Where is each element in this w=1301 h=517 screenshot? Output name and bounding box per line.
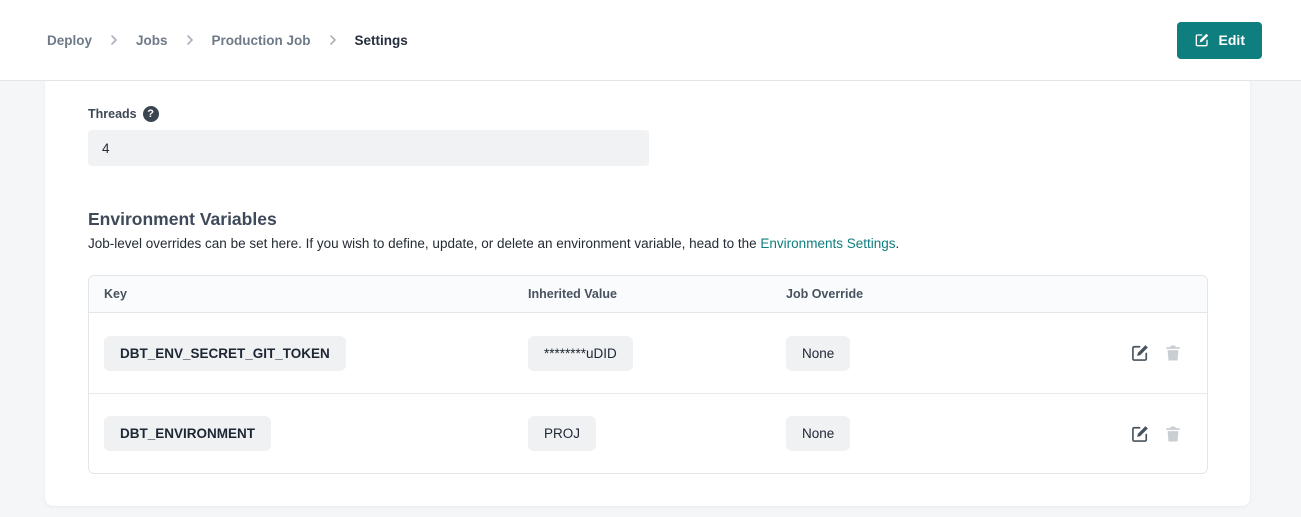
breadcrumb-item-settings: Settings xyxy=(355,33,408,48)
inherited-value-cell: PROJ xyxy=(528,416,786,451)
trash-icon xyxy=(1163,424,1183,444)
description-text: Job-level overrides can be set here. If … xyxy=(88,236,760,251)
delete-row-button[interactable] xyxy=(1163,424,1183,444)
env-var-table-row: DBT_ENVIRONMENT PROJ None xyxy=(89,393,1207,473)
threads-input[interactable]: 4 xyxy=(88,130,649,166)
edit-button-label: Edit xyxy=(1219,32,1245,48)
env-var-key-pill: DBT_ENVIRONMENT xyxy=(104,416,271,451)
chevron-right-icon xyxy=(109,35,119,45)
env-var-key-pill: DBT_ENV_SECRET_GIT_TOKEN xyxy=(104,336,346,371)
threads-field: Threads ? 4 xyxy=(88,106,1208,166)
env-var-table-row: DBT_ENV_SECRET_GIT_TOKEN ********uDID No… xyxy=(89,313,1207,393)
breadcrumb-item-production-job[interactable]: Production Job xyxy=(212,33,311,48)
edit-row-button[interactable] xyxy=(1130,343,1150,363)
environments-settings-link[interactable]: Environments Settings xyxy=(760,236,895,251)
env-var-table: Key Inherited Value Job Override DBT_ENV… xyxy=(88,275,1208,474)
section-description: Job-level overrides can be set here. If … xyxy=(88,234,1208,253)
breadcrumb: Deploy Jobs Production Job Settings xyxy=(47,33,408,48)
edit-button[interactable]: Edit xyxy=(1177,22,1262,59)
chevron-right-icon xyxy=(328,35,338,45)
breadcrumb-item-deploy[interactable]: Deploy xyxy=(47,33,92,48)
section-title: Environment Variables xyxy=(88,208,1208,230)
column-header-key: Key xyxy=(104,287,528,301)
pencil-square-icon xyxy=(1194,32,1210,48)
settings-card: Threads ? 4 Environment Variables Job-le… xyxy=(45,81,1250,506)
env-var-job-override-pill: None xyxy=(786,336,850,371)
env-var-table-header: Key Inherited Value Job Override xyxy=(89,276,1207,313)
pencil-square-icon xyxy=(1130,343,1150,363)
column-header-inherited-value: Inherited Value xyxy=(528,287,786,301)
row-actions xyxy=(1130,343,1192,363)
breadcrumb-item-jobs[interactable]: Jobs xyxy=(136,33,168,48)
env-var-inherited-value-pill: PROJ xyxy=(528,416,596,451)
job-override-cell: None xyxy=(786,416,1130,451)
job-override-cell: None xyxy=(786,336,1130,371)
env-var-inherited-value-pill: ********uDID xyxy=(528,336,633,371)
question-glyph: ? xyxy=(147,109,154,120)
env-var-job-override-pill: None xyxy=(786,416,850,451)
chevron-right-icon xyxy=(185,35,195,45)
delete-row-button[interactable] xyxy=(1163,343,1183,363)
inherited-value-cell: ********uDID xyxy=(528,336,786,371)
key-cell: DBT_ENVIRONMENT xyxy=(104,416,528,451)
row-actions xyxy=(1130,424,1192,444)
threads-label: Threads xyxy=(88,107,137,121)
edit-row-button[interactable] xyxy=(1130,424,1150,444)
trash-icon xyxy=(1163,343,1183,363)
pencil-square-icon xyxy=(1130,424,1150,444)
column-header-job-override: Job Override xyxy=(786,287,1192,301)
page-header: Deploy Jobs Production Job Settings Edit xyxy=(0,0,1301,81)
question-circle-icon[interactable]: ? xyxy=(143,106,159,122)
key-cell: DBT_ENV_SECRET_GIT_TOKEN xyxy=(104,336,528,371)
environment-variables-section: Environment Variables Job-level override… xyxy=(88,208,1208,474)
description-period: . xyxy=(896,236,900,251)
env-var-table-body: DBT_ENV_SECRET_GIT_TOKEN ********uDID No… xyxy=(89,313,1207,473)
